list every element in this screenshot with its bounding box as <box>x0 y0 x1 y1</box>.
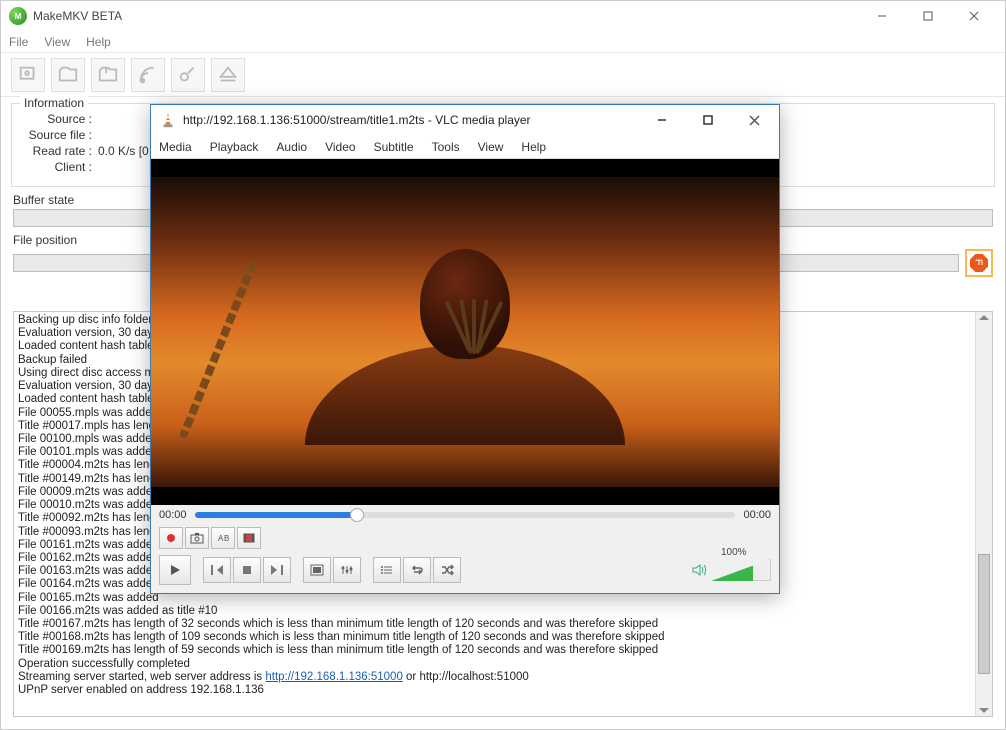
vlc-menubar: Media Playback Audio Video Subtitle Tool… <box>151 135 779 159</box>
speaker-icon[interactable] <box>691 563 707 577</box>
loop-ab-button[interactable]: AB <box>211 527 235 549</box>
time-total[interactable]: 00:00 <box>743 509 771 521</box>
stop-button[interactable] <box>965 249 993 277</box>
svg-text:B: B <box>224 534 229 543</box>
vlc-close-button[interactable] <box>731 105 777 135</box>
figure-graphic <box>355 202 575 462</box>
client-label: Client : <box>22 160 92 174</box>
frame-step-button[interactable] <box>237 527 261 549</box>
vlc-titlebar[interactable]: http://192.168.1.136:51000/stream/title1… <box>151 105 779 135</box>
time-elapsed[interactable]: 00:00 <box>159 509 187 521</box>
vlc-title: http://192.168.1.136:51000/stream/title1… <box>183 113 639 127</box>
window-controls <box>859 1 997 31</box>
menu-audio[interactable]: Audio <box>276 140 307 154</box>
information-legend: Information <box>20 96 88 110</box>
playback-controls-row: 100% <box>151 551 779 593</box>
previous-button[interactable] <box>203 557 231 583</box>
log-scrollbar[interactable] <box>975 312 992 716</box>
snapshot-button[interactable] <box>185 527 209 549</box>
playlist-button[interactable] <box>373 557 401 583</box>
open-folder-icon[interactable] <box>51 58 85 92</box>
chain-graphic <box>179 260 258 439</box>
seek-knob[interactable] <box>350 508 364 522</box>
open-file-icon[interactable] <box>11 58 45 92</box>
readrate-label: Read rate : <box>22 144 92 158</box>
volume-area: 100% <box>691 559 771 581</box>
record-icon <box>167 534 175 542</box>
video-frame <box>151 177 779 487</box>
seek-bar-row: 00:00 00:00 <box>151 505 779 525</box>
makemkv-title: MakeMKV BETA <box>33 9 859 23</box>
menu-help-vlc[interactable]: Help <box>521 140 546 154</box>
next-button[interactable] <box>263 557 291 583</box>
extended-settings-button[interactable] <box>333 557 361 583</box>
seek-fill <box>195 512 357 518</box>
minimize-button[interactable] <box>859 1 905 31</box>
menu-subtitle[interactable]: Subtitle <box>374 140 414 154</box>
stop-playback-button[interactable] <box>233 557 261 583</box>
volume-slider[interactable] <box>711 559 771 581</box>
menu-tools[interactable]: Tools <box>432 140 460 154</box>
menu-help[interactable]: Help <box>86 35 111 49</box>
seek-slider[interactable] <box>195 512 736 518</box>
menu-media[interactable]: Media <box>159 140 192 154</box>
stream-url-link[interactable]: http://192.168.1.136:51000 <box>265 671 402 683</box>
settings-icon[interactable] <box>171 58 205 92</box>
makemkv-titlebar: M MakeMKV BETA <box>1 1 1005 31</box>
maximize-button[interactable] <box>905 1 951 31</box>
sourcefile-label: Source file : <box>22 128 92 142</box>
advanced-controls-row: AB <box>151 525 779 551</box>
loop-button[interactable] <box>403 557 431 583</box>
stream-icon[interactable] <box>131 58 165 92</box>
eject-icon[interactable] <box>211 58 245 92</box>
volume-percent: 100% <box>721 547 747 558</box>
makemkv-menubar: File View Help <box>1 31 1005 53</box>
menu-view[interactable]: View <box>44 35 70 49</box>
vlc-maximize-button[interactable] <box>685 105 731 135</box>
vlc-minimize-button[interactable] <box>639 105 685 135</box>
scrollbar-thumb[interactable] <box>978 554 990 674</box>
stop-icon <box>970 254 988 272</box>
menu-video[interactable]: Video <box>325 140 355 154</box>
save-folder-icon[interactable] <box>91 58 125 92</box>
record-button[interactable] <box>159 527 183 549</box>
makemkv-toolbar <box>1 53 1005 97</box>
vlc-app-icon <box>159 111 177 129</box>
menu-file[interactable]: File <box>9 35 28 49</box>
menu-playback[interactable]: Playback <box>210 140 259 154</box>
shuffle-button[interactable] <box>433 557 461 583</box>
source-label: Source : <box>22 112 92 126</box>
vlc-window: http://192.168.1.136:51000/stream/title1… <box>150 104 780 594</box>
play-button[interactable] <box>159 555 191 585</box>
menu-view-vlc[interactable]: View <box>478 140 504 154</box>
close-button[interactable] <box>951 1 997 31</box>
fullscreen-button[interactable] <box>303 557 331 583</box>
makemkv-app-icon: M <box>9 7 27 25</box>
video-area[interactable] <box>151 159 779 505</box>
